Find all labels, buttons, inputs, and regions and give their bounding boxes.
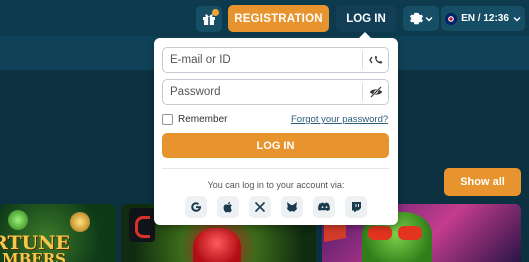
forgot-password-link[interactable]: Forgot your password?	[291, 114, 388, 125]
x-login-button[interactable]	[249, 196, 271, 218]
eye-off-icon	[369, 86, 382, 98]
discord-icon	[317, 202, 330, 211]
password-input[interactable]	[163, 80, 362, 104]
email-field[interactable]	[162, 47, 389, 73]
checkbox-box[interactable]	[162, 114, 173, 125]
glasses-artwork	[368, 226, 428, 240]
language-time-button[interactable]: EN / 12:36	[441, 6, 525, 31]
apple-icon	[223, 201, 232, 213]
twitch-icon	[352, 202, 361, 212]
discord-login-button[interactable]	[313, 196, 335, 218]
show-password-button[interactable]	[362, 83, 388, 101]
remember-label: Remember	[178, 114, 228, 125]
notification-badge	[212, 9, 219, 16]
show-all-button[interactable]: Show all	[444, 168, 521, 196]
settings-button[interactable]	[403, 6, 439, 31]
game-title-line2: MBERS	[2, 250, 67, 262]
gem-decoration	[70, 212, 90, 232]
metamask-icon	[287, 202, 297, 212]
login-popup: Remember Forgot your password? LOG IN Yo…	[154, 32, 398, 225]
metamask-login-button[interactable]	[281, 196, 303, 218]
uk-flag-icon	[445, 12, 458, 25]
divider	[162, 168, 389, 169]
language-time-label: EN / 12:36	[461, 13, 509, 24]
chevron-down-icon	[513, 16, 521, 21]
phone-switch-button[interactable]	[362, 51, 388, 69]
gear-icon	[409, 12, 423, 25]
remember-checkbox[interactable]: Remember	[162, 114, 227, 125]
email-input[interactable]	[163, 48, 362, 72]
social-login-caption: You can log in to your account via:	[207, 180, 345, 190]
password-field[interactable]	[162, 79, 389, 105]
login-button[interactable]: LOG IN	[336, 5, 396, 32]
phone-icon	[368, 55, 382, 64]
x-icon	[254, 201, 266, 213]
social-login-row	[185, 196, 367, 218]
registration-button[interactable]: REGISTRATION	[228, 5, 329, 32]
chevron-down-icon	[425, 16, 432, 21]
heart-artwork	[193, 228, 241, 262]
login-submit-button[interactable]: LOG IN	[162, 133, 389, 158]
twitch-login-button[interactable]	[345, 196, 367, 218]
game-tile-fortune-embers[interactable]: RTUNE MBERS	[0, 204, 116, 262]
gift-button[interactable]	[196, 6, 222, 32]
provider-logo	[129, 208, 155, 242]
gem-decoration	[8, 210, 28, 230]
google-icon	[191, 202, 201, 212]
apple-login-button[interactable]	[217, 196, 239, 218]
google-login-button[interactable]	[185, 196, 207, 218]
